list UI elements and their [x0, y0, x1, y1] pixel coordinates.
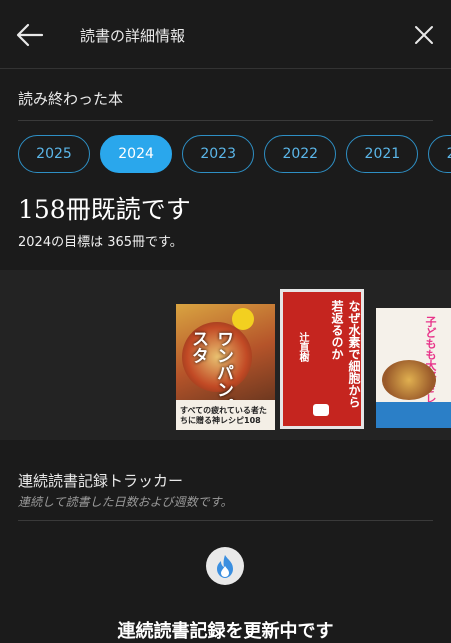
food-illustration [382, 360, 436, 400]
badge-decoration [232, 308, 254, 330]
section-label: 読み終わった本 [18, 90, 124, 108]
year-pill-2021[interactable]: 2021 [346, 135, 419, 173]
book-cover[interactable]: ワンパンパスタ すべての疲れている者たちに贈る神レシピ108 [176, 304, 275, 430]
header: 読書の詳細情報 [0, 0, 451, 69]
divider [18, 120, 433, 121]
divider [18, 520, 433, 521]
year-pill-2020[interactable]: 2020 [428, 135, 451, 173]
close-icon[interactable] [413, 24, 435, 46]
flame-icon [206, 547, 244, 585]
book-author: 辻直樹 [297, 332, 308, 362]
page-title: 読書の詳細情報 [80, 27, 186, 45]
tracker-title: 連続読書記録トラッカー [18, 472, 184, 490]
year-pill-2025[interactable]: 2025 [18, 135, 90, 173]
book-cover[interactable]: なぜ水素で細胞から若返るのか 辻直樹 [280, 289, 364, 429]
year-selector: 2025 2024 2023 2022 2021 2020 [18, 135, 451, 177]
book-title: なぜ水素で細胞から若返るのか [330, 300, 361, 408]
tracker-subtitle: 連続して読書した日数および週数です。 [18, 495, 233, 509]
cover-band [376, 402, 451, 428]
book-cover[interactable]: 子どもも大好きレシピ [376, 308, 451, 428]
year-pill-2022[interactable]: 2022 [264, 135, 337, 173]
book-shelf: ワンパンパスタ すべての疲れている者たちに贈る神レシピ108 なぜ水素で細胞から… [0, 270, 451, 440]
reading-goal-text: 2024の目標は 365冊です。 [18, 235, 183, 250]
publisher-logo-icon [313, 404, 329, 416]
streak-status-text: 連続読書記録を更新中です [117, 621, 334, 642]
book-tagline: すべての疲れている者たちに贈る神レシピ108 [180, 406, 267, 425]
year-pill-2023[interactable]: 2023 [182, 135, 255, 173]
books-read-count: 158冊既読です [18, 195, 191, 224]
year-pill-2024[interactable]: 2024 [100, 135, 173, 173]
back-arrow-icon[interactable] [14, 20, 46, 50]
